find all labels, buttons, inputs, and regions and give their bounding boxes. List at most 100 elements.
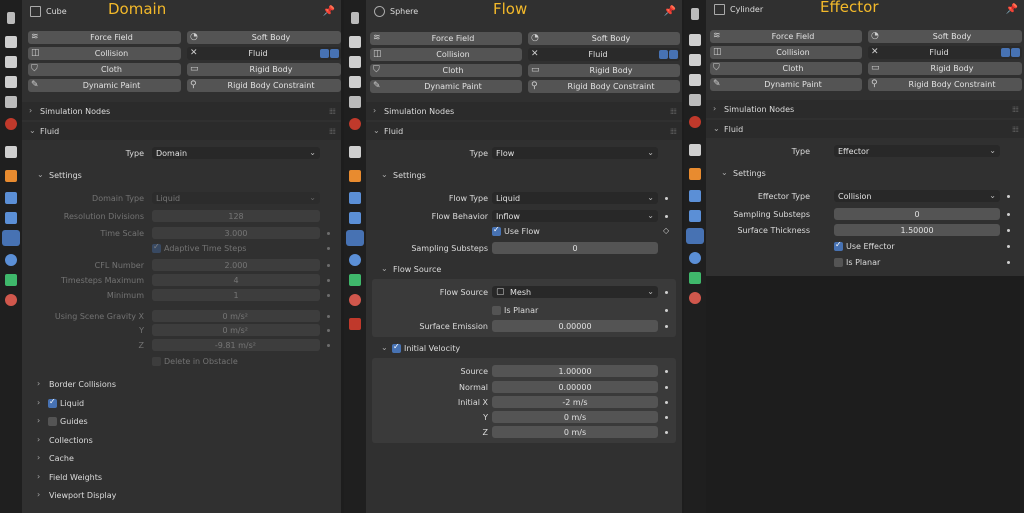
dynamic-paint-button[interactable]: ✎ Dynamic Paint [28,79,181,92]
settings-subpanel-header[interactable]: ⌄ Settings [28,167,335,184]
is-planar-checkbox[interactable] [834,258,843,267]
data-tab-icon[interactable] [349,274,361,286]
gravity-z-field[interactable]: -9.81 m/s² [152,339,320,351]
cloth-button[interactable]: ⛉ Cloth [370,64,522,77]
soft-body-button[interactable]: ◔ Soft Body [528,32,680,45]
constraints-tab-icon[interactable] [5,254,17,266]
border-collisions-subpanel-header[interactable]: › Border Collisions [28,376,335,393]
adaptive-time-steps-checkbox[interactable] [152,242,161,253]
render-toggle-icon[interactable] [1011,48,1020,57]
keyframe-dot[interactable] [665,291,668,294]
keyframe-dot[interactable] [327,264,330,267]
keyframe-dot[interactable] [327,279,330,282]
collision-button[interactable]: ◫ Collision [370,48,522,61]
initial-z-field[interactable]: 0 m/s [492,426,658,438]
is-planar-checkbox[interactable] [492,306,501,315]
tool-tab-icon[interactable] [7,12,15,24]
keyframe-dot[interactable] [327,232,330,235]
fluid-panel-header[interactable]: ⌄ Fluid ⁞⁞⁞⁞ [706,120,1024,138]
physics-tab-icon[interactable] [2,230,20,246]
object-tab-icon[interactable] [349,170,361,182]
constraints-tab-icon[interactable] [689,252,701,264]
keyframe-dot[interactable] [1007,261,1010,264]
rigid-body-constraint-button[interactable]: ⚲ Rigid Body Constraint [528,80,680,93]
material-tab-icon[interactable] [349,294,361,306]
resolution-divisions-field[interactable]: 128 [152,210,320,222]
collision-button[interactable]: ◫ Collision [28,47,181,60]
keyframe-dot[interactable] [1007,195,1010,198]
tool-tab-icon[interactable] [691,8,699,20]
flow-source-dropdown[interactable]: ▢ Mesh ⌄ [492,286,658,298]
output-tab-icon[interactable] [689,54,701,66]
gravity-x-field[interactable]: 0 m/s² [152,310,320,322]
viewport-toggle-icon[interactable] [320,49,329,58]
pin-icon[interactable]: 📌 [664,6,676,17]
collections-subpanel-header[interactable]: › Collections [28,432,335,449]
remove-fluid-icon[interactable]: ✕ [871,47,879,57]
cache-subpanel-header[interactable]: › Cache [28,450,335,467]
use-effector-checkbox[interactable] [834,240,843,251]
viewport-toggle-icon[interactable] [1001,48,1010,57]
scene-tab-icon[interactable] [349,96,361,108]
guides-subpanel-header[interactable]: › Guides [28,413,335,430]
render-toggle-icon[interactable] [669,50,678,59]
force-field-button[interactable]: ≋ Force Field [710,30,862,43]
world-tab-icon[interactable] [349,118,361,130]
fluid-type-dropdown[interactable]: Flow ⌄ [492,147,658,159]
keyframe-dot[interactable] [665,197,668,200]
sampling-substeps-field[interactable]: 0 [834,208,1000,220]
collision-button[interactable]: ◫ Collision [710,46,862,59]
material-tab-icon[interactable] [689,292,701,304]
simulation-nodes-panel-header[interactable]: › Simulation Nodes ⁞⁞⁞⁞ [366,102,682,120]
keyframe-dot[interactable] [665,370,668,373]
cloth-button[interactable]: ⛉ Cloth [28,63,181,76]
drag-grip-icon[interactable]: ⁞⁞⁞⁞ [1012,105,1019,114]
soft-body-button[interactable]: ◔ Soft Body [868,30,1022,43]
particles-tab-icon[interactable] [5,212,17,224]
sampling-substeps-field[interactable]: 0 [492,242,658,254]
keyframe-dot[interactable] [327,344,330,347]
keyframe-dot[interactable] [1007,229,1010,232]
output-tab-icon[interactable] [5,56,17,68]
settings-subpanel-header[interactable]: ⌄ Settings [712,165,1018,182]
force-field-button[interactable]: ≋ Force Field [370,32,522,45]
liquid-subpanel-header[interactable]: ›Liquid [28,395,335,412]
collection-tab-icon[interactable] [5,146,17,158]
remove-fluid-icon[interactable]: ✕ [190,48,198,58]
flow-behavior-dropdown[interactable]: Inflow ⌄ [492,210,658,222]
keyframe-dot[interactable] [665,386,668,389]
settings-subpanel-header[interactable]: ⌄ Settings [372,167,676,184]
keyframe-dot[interactable] [1007,245,1010,248]
render-tab-icon[interactable] [349,36,361,48]
delete-in-obstacle-checkbox[interactable] [152,357,161,366]
pin-icon[interactable]: 📌 [1006,4,1018,15]
field-weights-subpanel-header[interactable]: › Field Weights [28,469,335,486]
keyframe-dot[interactable] [1007,213,1010,216]
texture-tab-icon[interactable] [349,318,361,330]
remove-fluid-icon[interactable]: ✕ [531,49,539,59]
tool-tab-icon[interactable] [351,12,359,24]
initial-velocity-subpanel-header[interactable]: ⌄Initial Velocity [372,340,676,357]
simulation-nodes-panel-header[interactable]: › Simulation Nodes ⁞⁞⁞⁞ [706,100,1024,118]
keyframe-dot[interactable] [665,401,668,404]
domain-type-dropdown[interactable]: Liquid ⌄ [152,192,320,204]
viewport-display-subpanel-header[interactable]: › Viewport Display [28,487,335,504]
rigid-body-constraint-button[interactable]: ⚲ Rigid Body Constraint [868,78,1022,91]
modifier-tab-icon[interactable] [349,192,361,204]
world-tab-icon[interactable] [689,116,701,128]
keyframe-dot[interactable] [327,315,330,318]
keyframe-dot[interactable] [665,309,668,312]
drag-grip-icon[interactable]: ⁞⁞⁞⁞ [1012,125,1019,134]
constraints-tab-icon[interactable] [349,254,361,266]
source-velocity-field[interactable]: 1.00000 [492,365,658,377]
keyframe-dot[interactable] [327,247,330,250]
effector-type-dropdown[interactable]: Collision ⌄ [834,190,1000,202]
flow-source-subpanel-header[interactable]: ⌄ Flow Source [372,261,676,278]
physics-tab-icon[interactable] [346,230,364,246]
modifier-tab-icon[interactable] [689,190,701,202]
timesteps-maximum-field[interactable]: 4 [152,274,320,286]
keyframe-dot[interactable] [665,431,668,434]
data-tab-icon[interactable] [5,274,17,286]
physics-tab-icon[interactable] [686,228,704,244]
drag-grip-icon[interactable]: ⁞⁞⁞⁞ [329,107,336,116]
